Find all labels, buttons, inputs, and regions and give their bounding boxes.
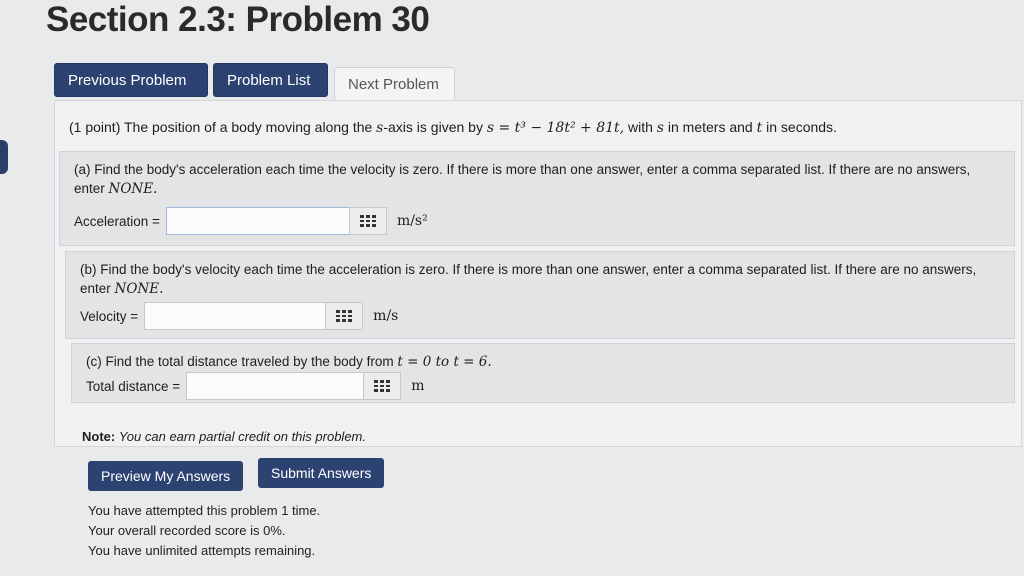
part-c: (c) Find the total distance traveled by … [71,343,1015,403]
grid-icon [336,310,353,322]
partial-credit-note: Note: You can earn partial credit on thi… [82,429,366,444]
grid-icon [359,215,376,227]
total-distance-input[interactable] [186,372,365,400]
part-b: (b) Find the body's velocity each time t… [65,251,1015,339]
equation-editor-button[interactable] [325,302,364,330]
attempt-status: You have attempted this problem 1 time. … [88,501,320,561]
acceleration-label: Acceleration = [74,213,160,229]
equation-editor-button[interactable] [348,207,387,235]
part-b-question: (b) Find the body's velocity each time t… [80,262,977,297]
problem-list-button[interactable]: Problem List [213,63,328,97]
part-c-question: (c) Find the total distance traveled by … [86,354,492,370]
part-a: (a) Find the body's acceleration each ti… [59,151,1015,246]
problem-statement: (1 point) The position of a body moving … [69,119,837,136]
velocity-unit: m/s [373,307,399,324]
side-panel-tab[interactable] [0,140,8,174]
acceleration-input[interactable] [165,207,350,235]
page-title: Section 2.3: Problem 30 [46,0,430,39]
total-distance-label: Total distance = [86,378,181,394]
submit-answers-button[interactable]: Submit Answers [258,458,385,488]
grid-icon [374,380,391,392]
position-equation: s = t³ − 18t² + 81t, [486,120,625,136]
remaining-attempts-text: You have unlimited attempts remaining. [88,543,316,558]
score-text: Your overall recorded score is 0%. [88,523,286,538]
total-distance-unit: m [411,377,425,394]
acceleration-unit: m/s² [396,212,428,229]
preview-answers-button[interactable]: Preview My Answers [88,461,244,491]
previous-problem-button[interactable]: Previous Problem [54,63,208,97]
velocity-label: Velocity = [80,308,139,324]
next-problem-button[interactable]: Next Problem [334,67,455,101]
attempts-text: You have attempted this problem 1 time. [88,503,321,518]
problem-body: (1 point) The position of a body moving … [54,100,1022,447]
part-a-question: (a) Find the body's acceleration each ti… [74,162,971,197]
equation-editor-button[interactable] [363,372,402,400]
velocity-input[interactable] [144,302,327,330]
